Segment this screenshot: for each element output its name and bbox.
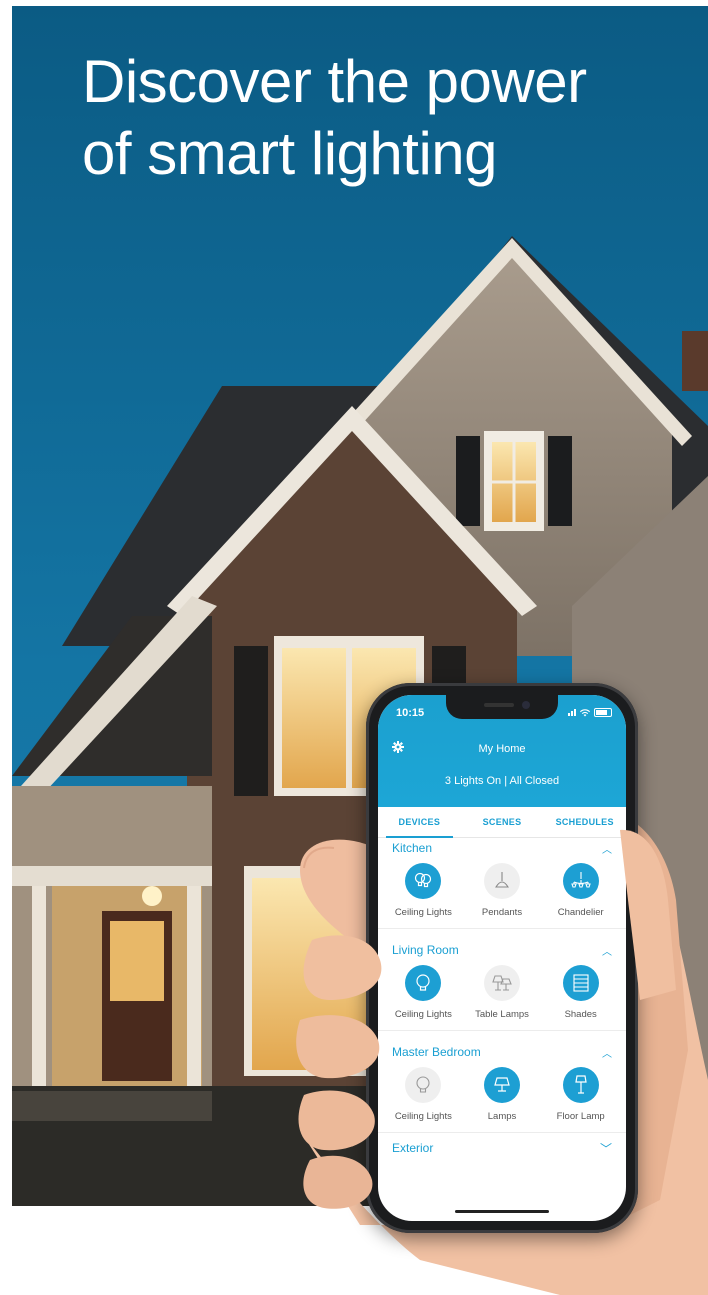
phone-notch [446, 695, 558, 719]
fingers [296, 829, 676, 1209]
